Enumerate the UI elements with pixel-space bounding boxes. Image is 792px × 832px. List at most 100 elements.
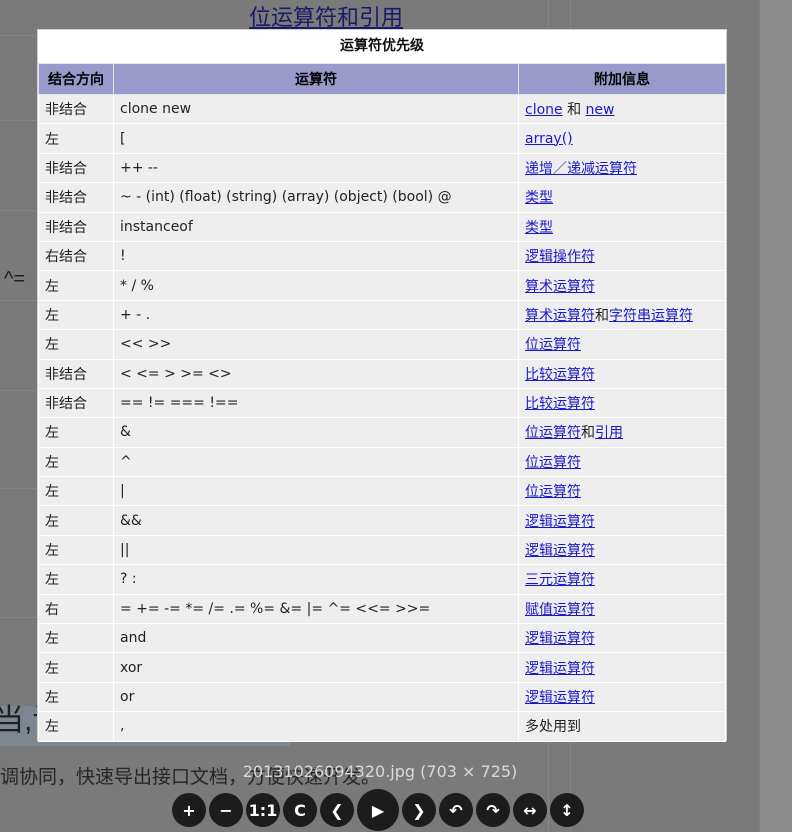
background-link-b[interactable]: 引用 [359, 6, 403, 31]
table-row: 左 << >> 位运算符 [38, 329, 726, 360]
table-row: 非结合 < <= > >= <> 比较运算符 [38, 358, 726, 389]
table-row: 左, 多处用到 [38, 711, 726, 742]
table-row: 左 and 逻辑运算符 [38, 623, 726, 654]
operators-cell: ? : [113, 564, 519, 595]
info-link[interactable]: 算术运算符 [525, 279, 595, 295]
operators-cell: << >> [113, 329, 519, 360]
image-caption: 20131026094320.jpg (703 × 725) [242, 762, 518, 781]
operators-cell: = += -= *= /= .= %= &= |= ^= <<= >>= [113, 593, 519, 625]
info-cell: 算术运算符和字符串运算符 [518, 299, 726, 331]
actual-size-button[interactable]: 1:1 [246, 793, 280, 827]
table-row: 非结合 ~ - (int) (float) (string) (array) (o… [38, 182, 726, 213]
info-cell: 算术运算符 [518, 270, 726, 301]
next-button[interactable]: ❯ [402, 793, 436, 827]
info-link[interactable]: 字符串运算符 [609, 308, 693, 324]
info-cell: 逻辑运算符 [518, 681, 726, 713]
info-link[interactable]: 位运算符 [525, 425, 581, 441]
zoom-in-button[interactable]: + [172, 793, 206, 827]
rotate-left-button[interactable]: ↶ [439, 793, 473, 827]
header-associativity: 结合方向 [38, 63, 114, 95]
reset-button[interactable]: C [283, 793, 317, 827]
page-scrollbar[interactable] [759, 0, 792, 832]
info-link[interactable]: 类型 [525, 190, 553, 206]
table-row: 左 ^ 位运算符 [38, 446, 726, 478]
info-link[interactable]: 三元运算符 [525, 572, 595, 588]
info-cell: 位运算符 [518, 446, 726, 478]
info-cell: 位运算符 [518, 329, 726, 360]
associativity-cell: 左 [38, 534, 114, 566]
associativity-cell: 左 [38, 476, 114, 507]
info-cell: 递增／递减运算符 [518, 152, 726, 184]
background-link-a[interactable]: 位运算符 [249, 6, 337, 31]
play-button[interactable]: ▶ [357, 789, 399, 831]
info-link[interactable]: clone [525, 102, 563, 118]
operators-cell: or [113, 681, 519, 713]
info-link[interactable]: 逻辑运算符 [525, 543, 595, 559]
previous-button[interactable]: ❮ [320, 793, 354, 827]
table-row: 右 = += -= *= /= .= %= &= |= ^= <<= >>= 赋值运… [38, 593, 726, 625]
info-cell: 比较运算符 [518, 387, 726, 419]
operators-cell: < <= > >= <> [113, 358, 519, 389]
info-link[interactable]: 比较运算符 [525, 367, 595, 383]
info-link[interactable]: 类型 [525, 220, 553, 236]
operators-cell: xor [113, 652, 519, 683]
associativity-cell: 非结合 [38, 387, 114, 419]
info-cell: 类型 [518, 182, 726, 213]
info-link[interactable]: 赋值运算符 [525, 602, 595, 618]
associativity-cell: 左 [38, 564, 114, 595]
info-link[interactable]: 引用 [595, 425, 623, 441]
info-link[interactable]: array() [525, 131, 573, 147]
table-row: 左 xor 逻辑运算符 [38, 652, 726, 683]
info-cell: clone 和 new [518, 93, 726, 125]
info-link[interactable]: 逻辑操作符 [525, 249, 595, 265]
table-row: 左[array() [38, 123, 726, 154]
info-cell: 逻辑运算符 [518, 534, 726, 566]
info-cell: 多处用到 [518, 711, 726, 742]
info-link[interactable]: 逻辑运算符 [525, 514, 595, 530]
table-row: 左 && 逻辑运算符 [38, 505, 726, 536]
info-cell: 类型 [518, 211, 726, 242]
operators-cell: == != === !== [113, 387, 519, 419]
info-link[interactable]: 位运算符 [525, 455, 581, 471]
rotate-right-button[interactable]: ↷ [476, 793, 510, 827]
table-caption: 运算符优先级 [340, 38, 424, 54]
associativity-cell: 左 [38, 446, 114, 478]
table-row: 非结合 ++ -- 递增／递减运算符 [38, 152, 726, 184]
operators-cell: ^ [113, 446, 519, 478]
flip-vertical-button[interactable]: ↕ [550, 793, 584, 827]
zoom-out-button[interactable]: − [209, 793, 243, 827]
info-cell: 三元运算符 [518, 564, 726, 595]
table-row: 右结合! 逻辑操作符 [38, 240, 726, 272]
info-cell: 逻辑运算符 [518, 652, 726, 683]
info-link[interactable]: 位运算符 [525, 484, 581, 500]
associativity-cell: 非结合 [38, 93, 114, 125]
table-header-row: 结合方向 运算符 附加信息 [38, 63, 726, 95]
operators-cell: ~ - (int) (float) (string) (array) (obje… [113, 182, 519, 213]
operators-cell: || [113, 534, 519, 566]
associativity-cell: 左 [38, 270, 114, 301]
info-link[interactable]: new [586, 102, 615, 118]
info-cell: 逻辑运算符 [518, 623, 726, 654]
table-row: 非结合 == != === !== 比较运算符 [38, 387, 726, 419]
info-link[interactable]: 算术运算符 [525, 308, 595, 324]
associativity-cell: 左 [38, 505, 114, 536]
associativity-cell: 左 [38, 123, 114, 154]
associativity-cell: 左 [38, 623, 114, 654]
flip-horizontal-button[interactable]: ↔ [513, 793, 547, 827]
operators-cell: clone new [113, 93, 519, 125]
info-link[interactable]: 比较运算符 [525, 396, 595, 412]
info-cell: 位运算符 [518, 476, 726, 507]
info-link[interactable]: 逻辑运算符 [525, 661, 595, 677]
info-link[interactable]: 逻辑运算符 [525, 690, 595, 706]
info-cell: 逻辑运算符 [518, 505, 726, 536]
operators-cell: + - . [113, 299, 519, 331]
info-link[interactable]: 递增／递减运算符 [525, 161, 637, 177]
operators-cell: | [113, 476, 519, 507]
operators-cell: and [113, 623, 519, 654]
associativity-cell: 非结合 [38, 211, 114, 242]
table-row: 左 & 位运算符和引用 [38, 417, 726, 448]
info-cell: 赋值运算符 [518, 593, 726, 625]
table-body: 非结合 clone new clone 和 new 左[array() 非结合 ++ --… [38, 93, 726, 742]
info-link[interactable]: 位运算符 [525, 337, 581, 353]
info-link[interactable]: 逻辑运算符 [525, 631, 595, 647]
